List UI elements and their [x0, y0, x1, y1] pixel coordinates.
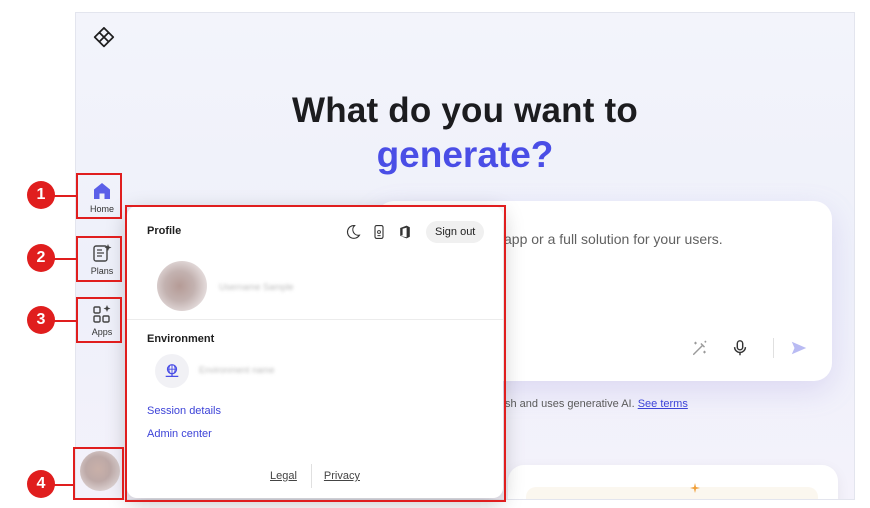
leader-line-4 — [52, 484, 73, 486]
magic-wand-icon[interactable] — [689, 337, 711, 359]
app-logo-icon[interactable] — [93, 27, 115, 49]
prompt-placeholder[interactable]: app or a full solution for your users. — [504, 231, 723, 247]
highlight-profile-popup — [125, 205, 506, 502]
callout-4: 4 — [27, 470, 55, 498]
leader-line-2 — [52, 258, 76, 260]
highlight-apps — [76, 297, 122, 343]
prompt-actions — [689, 337, 810, 359]
send-icon[interactable] — [788, 337, 810, 359]
suggestion-card-preview — [526, 483, 818, 499]
highlight-home — [76, 173, 122, 219]
see-terms-link[interactable]: See terms — [638, 398, 688, 410]
leader-line-1 — [52, 195, 76, 197]
disclaimer-text: sh and uses generative AI. — [505, 398, 638, 410]
microphone-icon[interactable] — [729, 337, 751, 359]
callout-3: 3 — [27, 306, 55, 334]
hero-heading-accent: generate? — [376, 134, 554, 175]
sparkle-icon — [690, 483, 700, 493]
ai-disclaimer: sh and uses generative AI. See terms — [505, 398, 688, 410]
screenshot-stage: What do you want to generate? app or a f… — [0, 0, 870, 508]
suggestion-card[interactable] — [508, 465, 838, 499]
highlight-avatar — [73, 447, 124, 500]
leader-line-3 — [52, 320, 76, 322]
hero-heading: What do you want to — [292, 91, 638, 130]
prompt-divider — [773, 338, 774, 358]
callout-2: 2 — [27, 244, 55, 272]
callout-1: 1 — [27, 181, 55, 209]
highlight-plans — [76, 236, 122, 282]
